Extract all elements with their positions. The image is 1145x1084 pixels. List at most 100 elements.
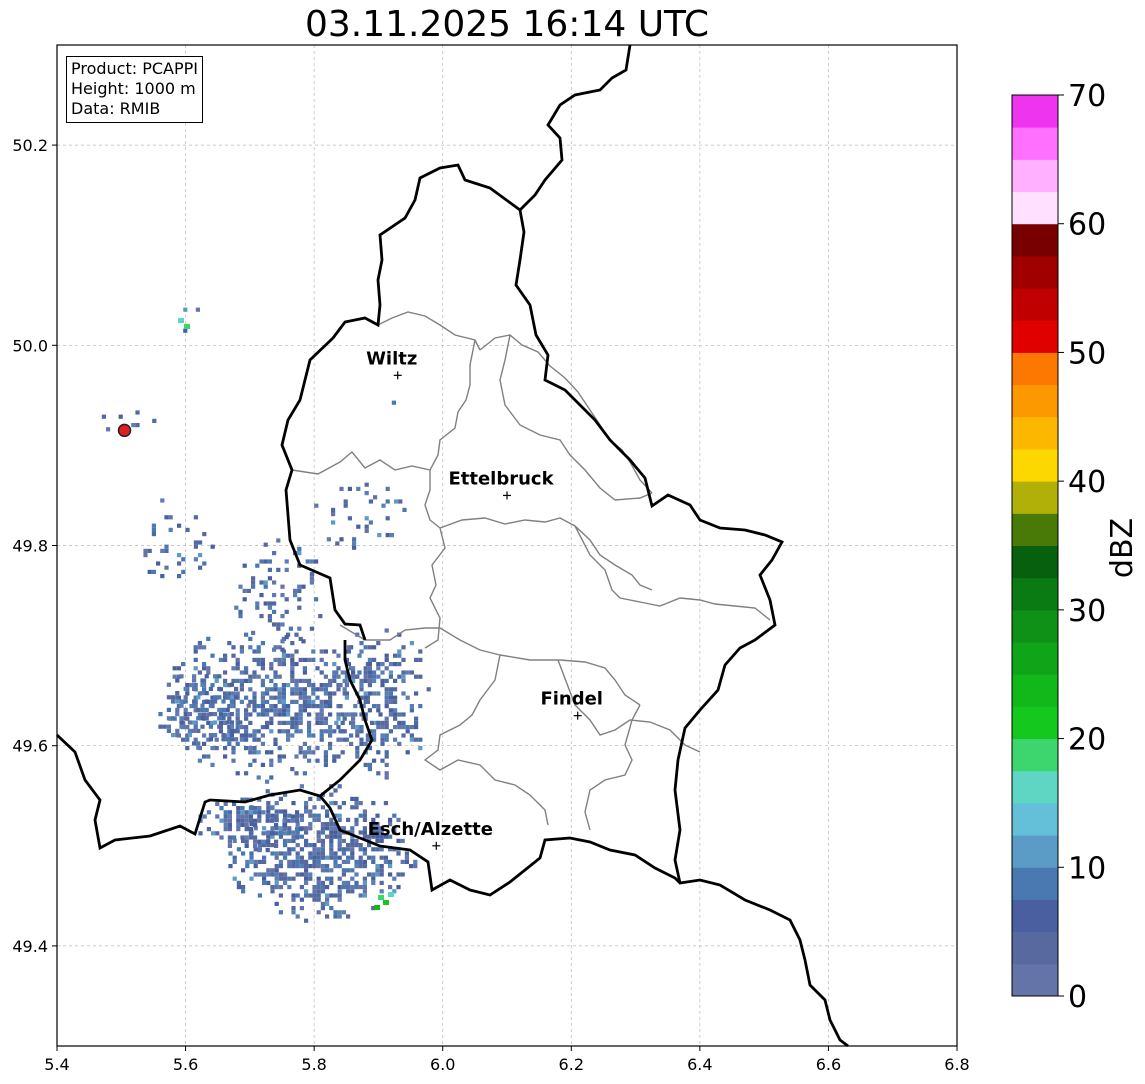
echo-cell xyxy=(223,657,228,662)
echo-cell xyxy=(302,695,307,700)
echo-cell xyxy=(349,741,354,746)
colorbar-segment xyxy=(1012,223,1058,257)
echo-cell xyxy=(329,801,334,806)
echo-cell xyxy=(363,695,368,700)
echo-cell xyxy=(277,712,282,717)
echo-cell xyxy=(311,733,316,738)
echo-cell xyxy=(404,859,409,864)
echo-cell xyxy=(337,864,342,869)
echo-cell xyxy=(353,704,358,709)
echo-cell xyxy=(252,729,257,734)
echo-cell xyxy=(281,754,286,759)
echo-cell xyxy=(260,762,265,767)
echo-cell xyxy=(309,626,314,631)
echo-cell xyxy=(171,699,176,704)
echo-cell xyxy=(350,843,355,848)
echo-cell xyxy=(307,712,312,717)
echo-cell xyxy=(401,720,406,725)
echo-cell xyxy=(252,657,257,662)
echo-cell xyxy=(409,733,414,738)
echo-cell xyxy=(202,666,207,671)
echo-cell xyxy=(202,645,207,650)
echo-cell xyxy=(261,839,266,844)
echo-core-cell xyxy=(378,895,384,900)
echo-cell xyxy=(351,716,356,721)
echo-cell xyxy=(200,724,205,729)
echo-cell xyxy=(252,733,257,738)
echo-cell xyxy=(298,720,303,725)
echo-cell xyxy=(179,703,184,708)
echo-cell xyxy=(259,593,264,598)
data-source-label: Data: RMIB xyxy=(71,99,161,118)
echo-cell xyxy=(320,868,325,873)
echo-cell xyxy=(241,851,246,856)
echo-cell xyxy=(312,859,317,864)
echo-cell xyxy=(274,885,279,890)
echo-cell xyxy=(372,674,377,679)
echo-cell xyxy=(202,733,207,738)
echo-cell xyxy=(266,805,271,810)
echo-cell xyxy=(384,657,389,662)
echo-cell xyxy=(384,737,389,742)
echo-cell xyxy=(362,851,367,856)
echo-cell xyxy=(256,662,261,667)
echo-cell xyxy=(277,729,282,734)
echo-cell xyxy=(147,569,152,574)
echo-cell xyxy=(244,712,249,717)
echo-cell xyxy=(175,695,180,700)
echo-cell xyxy=(341,872,346,877)
echo-cell xyxy=(240,810,245,815)
echo-cell xyxy=(260,725,265,730)
echo-cell xyxy=(151,523,156,528)
echo-cell xyxy=(196,695,201,700)
echo-cell xyxy=(384,733,389,738)
echo-cell xyxy=(359,737,364,742)
echo-cell xyxy=(232,855,237,860)
echo-cell xyxy=(384,699,389,704)
echo-cell xyxy=(158,724,163,729)
echo-cell xyxy=(189,683,194,688)
echo-cell xyxy=(227,716,232,721)
echo-cell xyxy=(359,678,364,683)
echo-cell xyxy=(273,657,278,662)
echo-cell xyxy=(346,843,351,848)
echo-cell xyxy=(405,670,410,675)
echo-cell xyxy=(196,716,201,721)
echo-cell xyxy=(352,541,357,546)
echo-cell xyxy=(177,523,182,528)
echo-cell xyxy=(323,750,328,755)
echo-cell xyxy=(304,809,309,814)
echo-cell xyxy=(299,855,304,860)
echo-cell xyxy=(375,864,380,869)
echo-cell xyxy=(363,691,368,696)
echo-cell xyxy=(160,498,165,503)
echo-cell xyxy=(364,491,369,496)
echo-cell xyxy=(166,724,171,729)
echo-cell xyxy=(221,737,226,742)
echo-cell xyxy=(342,729,347,734)
colorbar-tick-label: 0 xyxy=(1068,980,1087,1015)
echo-cell xyxy=(260,666,265,671)
echo-cell xyxy=(393,716,398,721)
echo-cell xyxy=(244,666,249,671)
echo-cell xyxy=(248,699,253,704)
echo-cell xyxy=(316,893,321,898)
echo-cell xyxy=(325,813,330,818)
echo-cell xyxy=(235,666,240,671)
echo-cell xyxy=(329,868,334,873)
echo-cell xyxy=(252,758,257,763)
echo-cell xyxy=(276,538,281,543)
echo-cell xyxy=(307,729,312,734)
echo-cell xyxy=(280,647,285,652)
echo-cell xyxy=(401,657,406,662)
echo-cell xyxy=(355,746,360,751)
echo-cell xyxy=(185,746,190,751)
echo-cell xyxy=(362,893,367,898)
echo-cell xyxy=(193,683,198,688)
echo-cell xyxy=(198,553,203,558)
echo-cell xyxy=(252,695,257,700)
radar-site-marker xyxy=(117,423,132,438)
echo-cell xyxy=(409,670,414,675)
echo-cell xyxy=(218,712,223,717)
echo-cell xyxy=(257,814,262,819)
